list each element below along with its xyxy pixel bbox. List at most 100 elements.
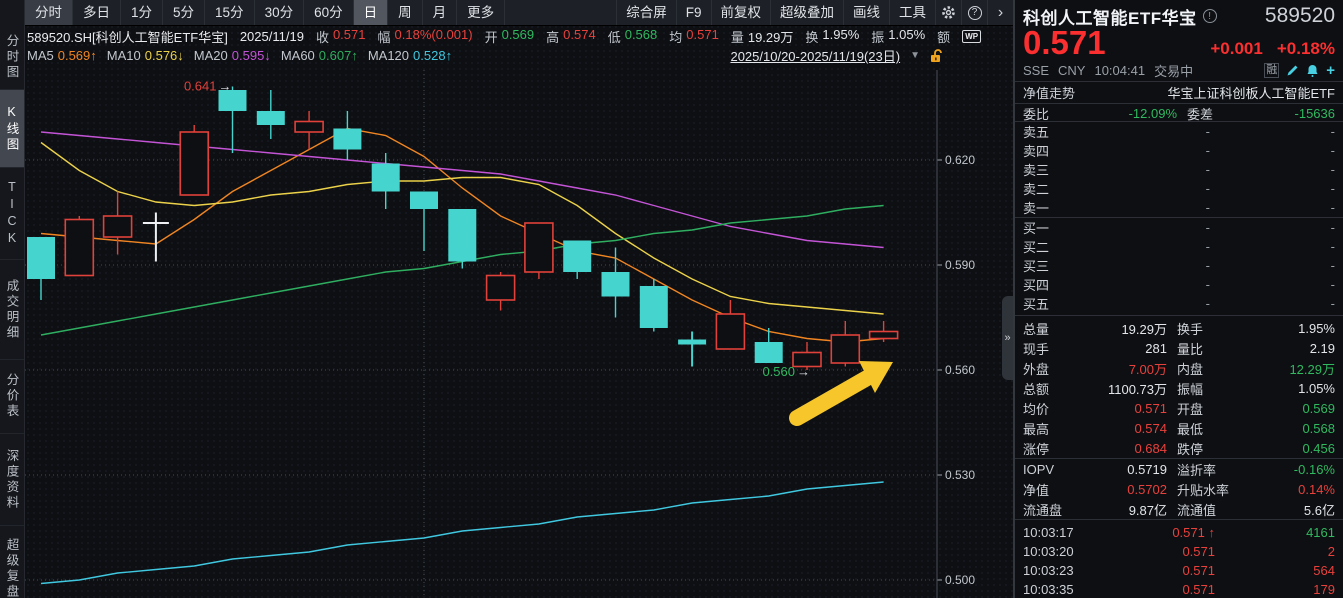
bid-volume: - — [1210, 258, 1335, 273]
field-振: 振1.05% — [871, 27, 925, 46]
stat-label: 总额 — [1023, 379, 1079, 398]
tab-30分[interactable]: 30分 — [255, 0, 305, 25]
tab-1分[interactable]: 1分 — [121, 0, 163, 25]
field-value: 19.29万 — [748, 27, 794, 46]
trading-status: 交易中 — [1154, 61, 1193, 80]
tab-5分[interactable]: 5分 — [163, 0, 205, 25]
stat-value: 19.29万 — [1079, 319, 1167, 338]
tick-list[interactable]: 10:03:170.571 ↑416110:03:200.571210:03:2… — [1015, 520, 1343, 598]
tool-前复权[interactable]: 前复权 — [711, 0, 771, 25]
sidebar-item-超级复盘[interactable]: 超级复盘 — [0, 526, 24, 598]
stat-label: IOPV — [1023, 462, 1079, 477]
y-axis-label: 0.530 — [945, 468, 975, 482]
weibi-label: 委比 — [1023, 104, 1065, 123]
field-均: 均0.571 — [669, 27, 719, 46]
chevron-down-icon[interactable]: ▼ — [910, 50, 920, 61]
tab-日[interactable]: 日 — [354, 0, 389, 25]
quote-info-bar: 589520.SH[科创人工智能ETF华宝] 2025/11/19 收0.571… — [25, 26, 1013, 46]
date-range-link[interactable]: 2025/10/20-2025/11/19(23日) — [730, 46, 900, 65]
instrument-code: 589520 — [1265, 4, 1335, 28]
field-label: 高 — [546, 27, 559, 46]
candle-down — [257, 111, 285, 125]
tool-画线[interactable]: 画线 — [843, 0, 889, 25]
y-axis-label: 0.500 — [945, 573, 975, 587]
ma-legend-MA120: MA1200.528↑ — [368, 48, 452, 63]
ask-label: 卖五 — [1023, 122, 1085, 141]
tick-row[interactable]: 10:03:200.5712 — [1015, 542, 1343, 561]
kline-chart-canvas[interactable]: 0.6200.5900.5600.5300.5000.641→0.560→ — [25, 0, 1013, 598]
tab-15分[interactable]: 15分 — [205, 0, 255, 25]
ask-price: - — [1085, 124, 1210, 139]
candle-down — [372, 164, 400, 192]
nav-row[interactable]: 净值走势 华宝上证科创板人工智能ETF — [1015, 82, 1343, 103]
ma-line-MA120 — [41, 482, 884, 584]
bid-row-买一: 买一-- — [1015, 218, 1343, 237]
stat-label: 最高 — [1023, 419, 1079, 438]
tab-月[interactable]: 月 — [423, 0, 458, 25]
market-meta-row: SSE CNY 10:04:41 交易中 融 + — [1015, 60, 1343, 81]
chevron-right-icon[interactable]: › — [987, 0, 1013, 25]
tool-工具[interactable]: 工具 — [889, 0, 935, 25]
unlock-icon[interactable] — [930, 49, 943, 63]
tool-F9[interactable]: F9 — [676, 0, 711, 25]
y-axis-label: 0.590 — [945, 258, 975, 272]
quote-time: 10:04:41 — [1094, 63, 1145, 78]
field-幅: 幅0.18%(0.001) — [378, 27, 473, 46]
ma-value: 0.595↓ — [232, 48, 271, 63]
ask-price: - — [1085, 200, 1210, 215]
tick-time: 10:03:23 — [1023, 563, 1095, 578]
right-arrow-glyph: → — [219, 79, 232, 94]
field-开: 开0.569 — [485, 27, 535, 46]
tab-更多[interactable]: 更多 — [457, 0, 505, 25]
kline-chart-region: 0.6200.5900.5600.5300.5000.641→0.560→ 分时… — [25, 0, 1013, 598]
stat-value: -0.16% — [1263, 462, 1335, 477]
stat-value: 0.456 — [1263, 441, 1335, 456]
wp-doc-icon[interactable]: WP — [962, 30, 981, 43]
gear-icon[interactable] — [935, 0, 961, 25]
tab-多日[interactable]: 多日 — [73, 0, 121, 25]
stat-value: 12.29万 — [1263, 359, 1335, 378]
collapse-panel-handle[interactable]: » — [1002, 296, 1013, 380]
candle-up — [525, 223, 553, 272]
tick-row[interactable]: 10:03:350.571179 — [1015, 580, 1343, 598]
trade-date: 2025/11/19 — [240, 29, 304, 44]
candle-down — [640, 286, 668, 328]
ask-label: 卖三 — [1023, 160, 1085, 179]
stat-row-涨停: 涨停0.684跌停0.456 — [1015, 438, 1343, 458]
tick-volume: 2 — [1215, 544, 1335, 559]
currency-label: CNY — [1058, 63, 1085, 78]
price-row: 0.571 +0.001 +0.18% — [1015, 28, 1343, 60]
ma-legend-MA20: MA200.595↓ — [194, 48, 271, 63]
stat-label: 最低 — [1167, 419, 1263, 438]
tick-row[interactable]: 10:03:170.571 ↑4161 — [1015, 523, 1343, 542]
candle-down — [27, 237, 55, 279]
period-toolbar: 分时多日1分5分15分30分60分日周月更多 综合屏F9前复权超级叠加画线工具 … — [25, 0, 1013, 26]
bid-label: 买三 — [1023, 256, 1085, 275]
stat-value: 0.569 — [1263, 401, 1335, 416]
period-low-label: 0.560 — [762, 364, 795, 379]
bid-label: 买二 — [1023, 237, 1085, 256]
stat-label: 升贴水率 — [1167, 480, 1263, 499]
sidebar-item-分时图[interactable]: 分时图 — [0, 26, 24, 90]
sidebar-item-K线图[interactable]: K线图 — [0, 90, 24, 168]
field-value: 0.571 — [333, 27, 366, 46]
tick-row[interactable]: 10:03:230.571564 — [1015, 561, 1343, 580]
tool-超级叠加[interactable]: 超级叠加 — [770, 0, 843, 25]
add-to-watchlist-icon[interactable]: + — [1326, 62, 1335, 79]
tab-60分[interactable]: 60分 — [304, 0, 354, 25]
sidebar-item-分价表[interactable]: 分价表 — [0, 360, 24, 434]
sidebar-item-成交明细[interactable]: 成交明细 — [0, 260, 24, 360]
tool-综合屏[interactable]: 综合屏 — [616, 0, 676, 25]
tab-周[interactable]: 周 — [388, 0, 423, 25]
annotation-arrow — [797, 378, 867, 418]
sidebar-item-TICK[interactable]: TICK — [0, 168, 24, 260]
field-value: 0.571 — [686, 27, 719, 46]
pencil-icon[interactable] — [1286, 64, 1299, 77]
help-icon[interactable]: ? — [961, 0, 987, 25]
ask-row-卖三: 卖三-- — [1015, 160, 1343, 179]
info-icon[interactable]: ! — [1203, 9, 1217, 23]
candle-down — [602, 272, 630, 297]
bell-icon[interactable] — [1306, 64, 1319, 77]
sidebar-item-深度资料[interactable]: 深度资料 — [0, 434, 24, 526]
tab-分时[interactable]: 分时 — [25, 0, 73, 25]
